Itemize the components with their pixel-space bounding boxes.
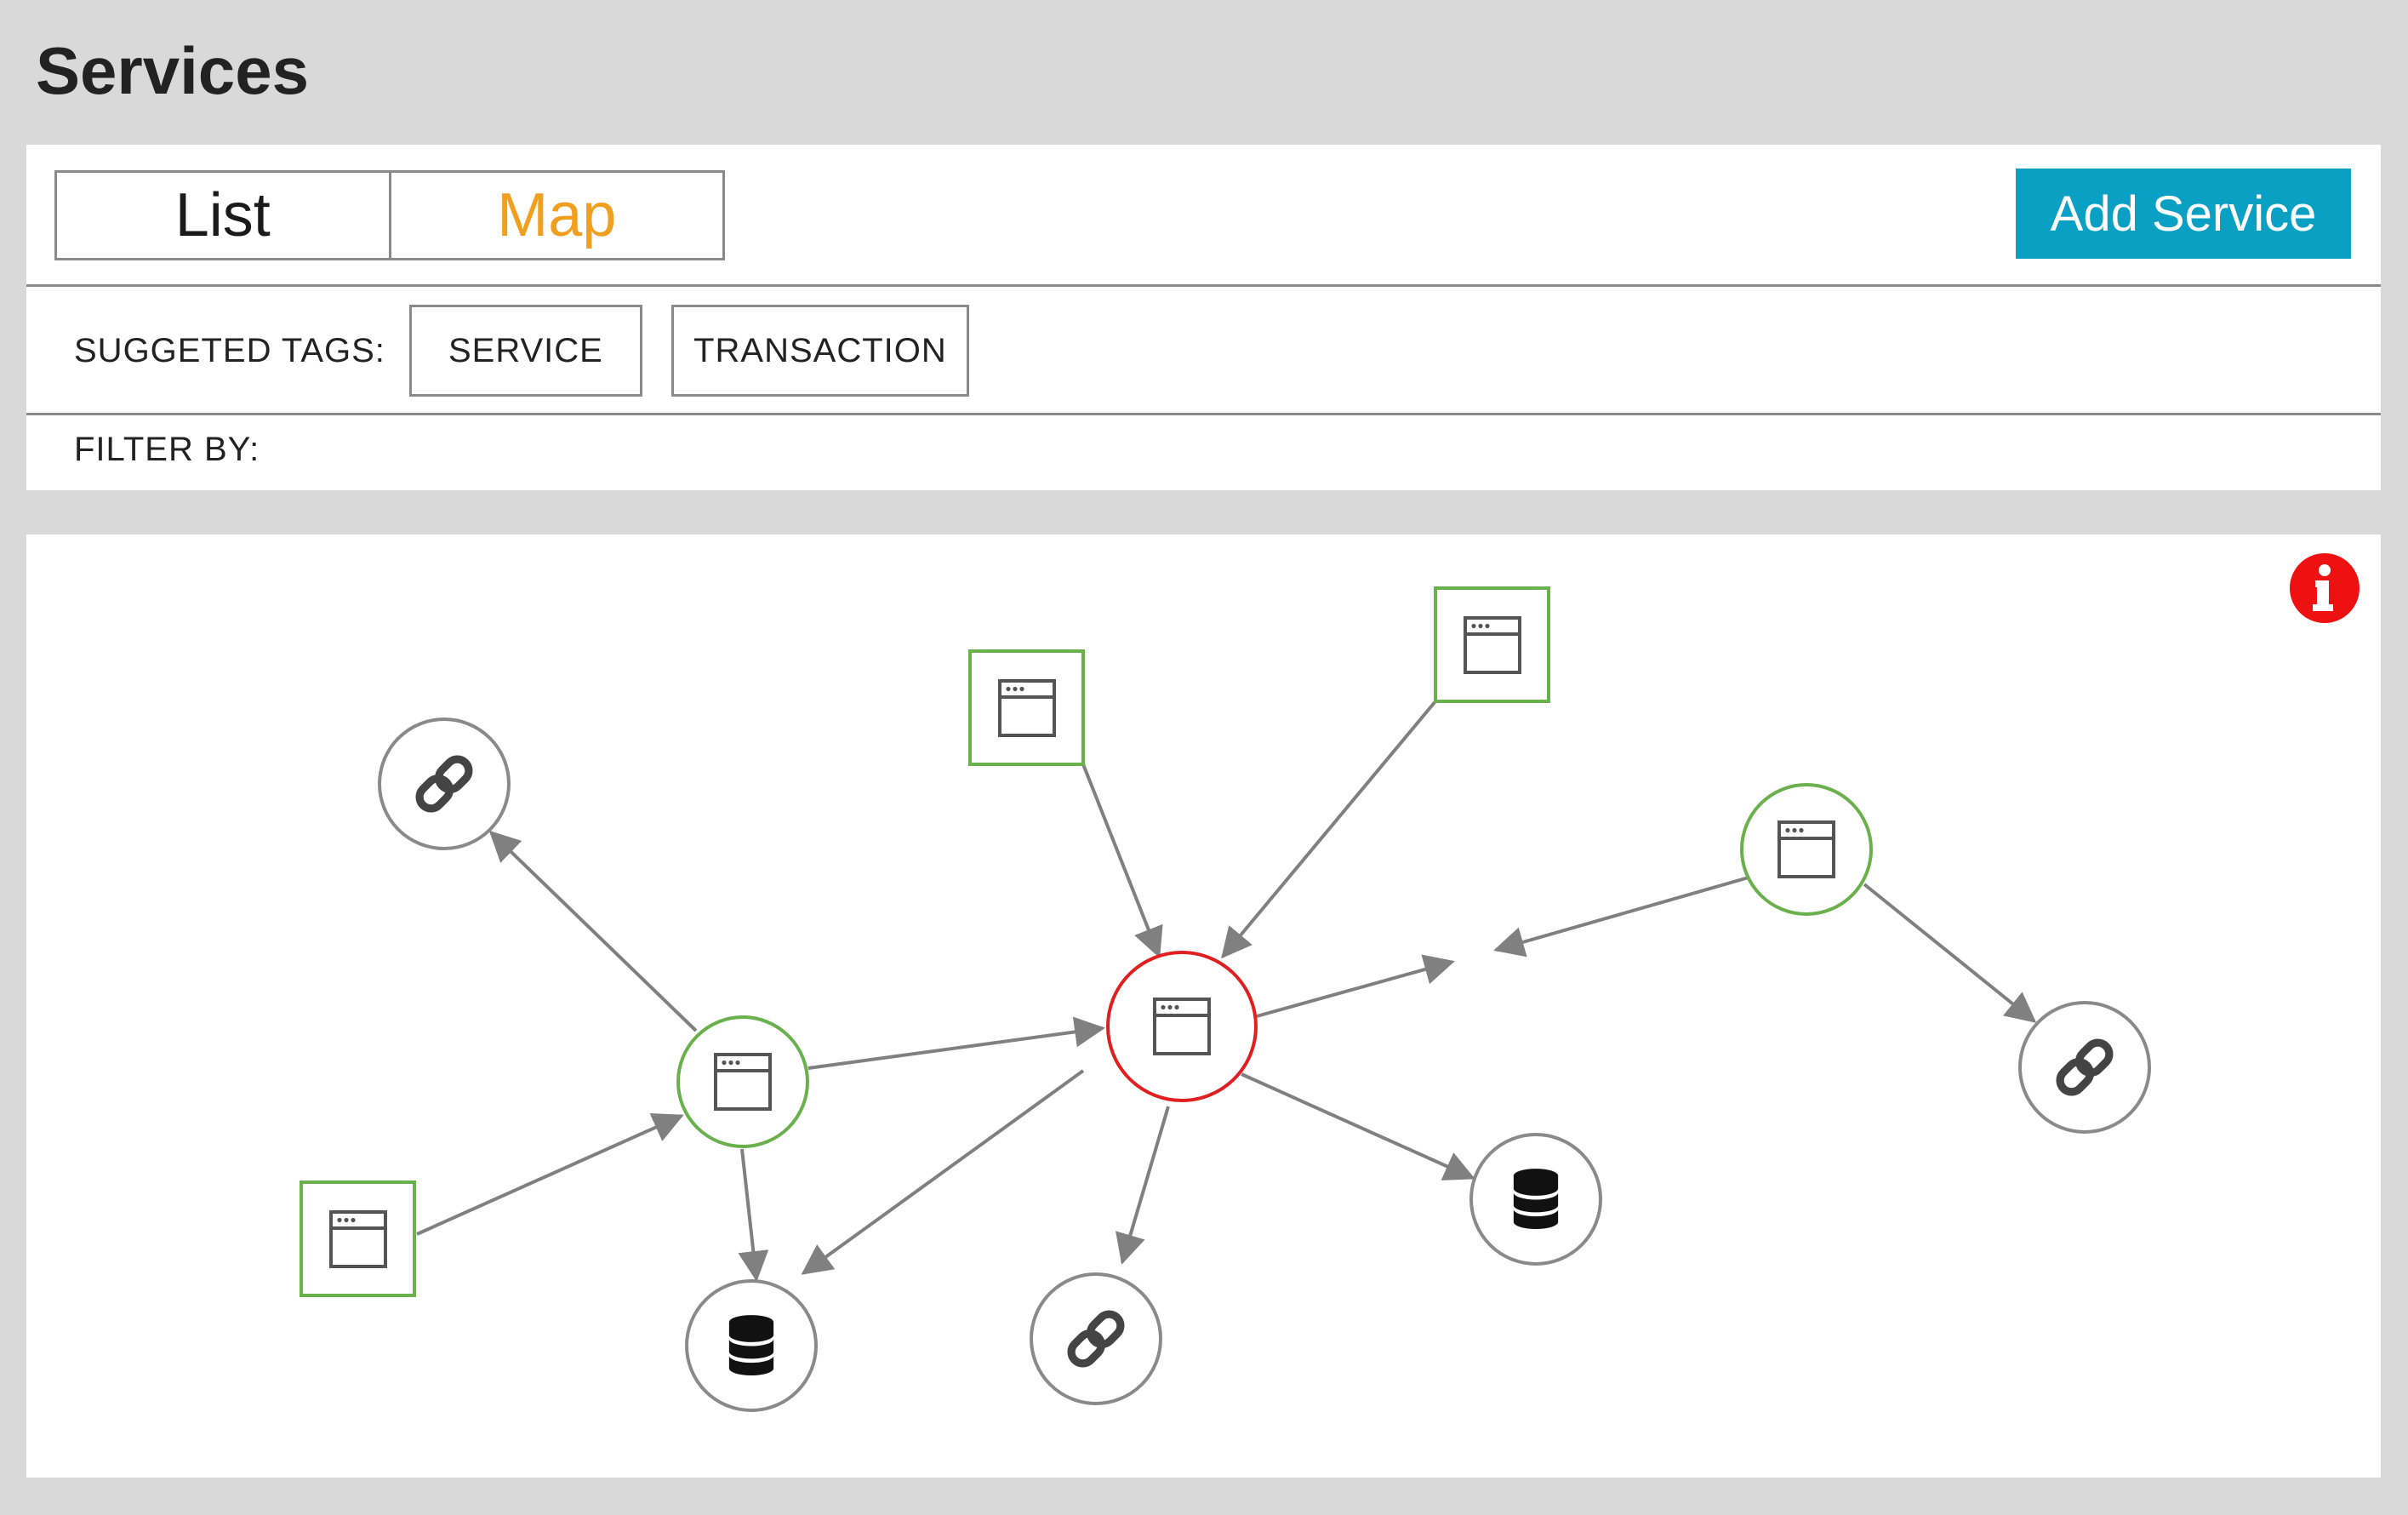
add-service-button[interactable]: Add Service bbox=[2016, 169, 2351, 259]
divider bbox=[26, 284, 2381, 287]
edge bbox=[1863, 883, 2037, 1023]
edge bbox=[1116, 1106, 1170, 1265]
tab-list[interactable]: List bbox=[57, 173, 389, 258]
edge bbox=[807, 1016, 1105, 1070]
tag-service[interactable]: SERVICE bbox=[408, 305, 642, 397]
suggested-tags-row: SUGGETED TAGS: SERVICE TRANSACTION bbox=[74, 305, 969, 397]
edge bbox=[801, 1069, 1085, 1275]
edge bbox=[416, 1113, 684, 1236]
edge bbox=[1256, 954, 1455, 1018]
node-link-right[interactable] bbox=[2018, 1001, 2151, 1134]
filter-row: FILTER BY: bbox=[74, 431, 260, 469]
view-tabs: List Map bbox=[54, 170, 725, 260]
toolbar-panel: List Map Add Service SUGGETED TAGS: SERV… bbox=[26, 145, 2381, 490]
divider bbox=[26, 413, 2381, 415]
service-map bbox=[300, 553, 2359, 1412]
tag-transaction[interactable]: TRANSACTION bbox=[670, 305, 969, 397]
node-db-bottom-left[interactable] bbox=[685, 1279, 818, 1412]
node-link-top-left[interactable] bbox=[378, 717, 511, 850]
page-title: Services bbox=[36, 33, 309, 108]
edge bbox=[1241, 1072, 1475, 1181]
node-web-bottom-left[interactable] bbox=[300, 1181, 416, 1297]
filter-label: FILTER BY: bbox=[74, 431, 260, 468]
node-service-left[interactable] bbox=[676, 1015, 809, 1148]
node-service-center[interactable] bbox=[1106, 951, 1258, 1102]
node-service-right[interactable] bbox=[1740, 783, 1873, 916]
edge bbox=[738, 1148, 769, 1282]
node-db-right[interactable] bbox=[1469, 1133, 1602, 1266]
edge bbox=[1081, 763, 1163, 958]
node-web-top-right[interactable] bbox=[1434, 586, 1550, 703]
tab-map[interactable]: Map bbox=[388, 173, 723, 258]
edge bbox=[1221, 700, 1437, 959]
info-icon[interactable] bbox=[2290, 553, 2359, 623]
node-web-top-left[interactable] bbox=[968, 649, 1085, 766]
node-link-bottom[interactable] bbox=[1030, 1272, 1162, 1405]
edge bbox=[488, 830, 698, 1032]
suggested-tags-label: SUGGETED TAGS: bbox=[74, 331, 385, 369]
service-map-panel bbox=[26, 535, 2381, 1478]
edge bbox=[1493, 876, 1749, 958]
